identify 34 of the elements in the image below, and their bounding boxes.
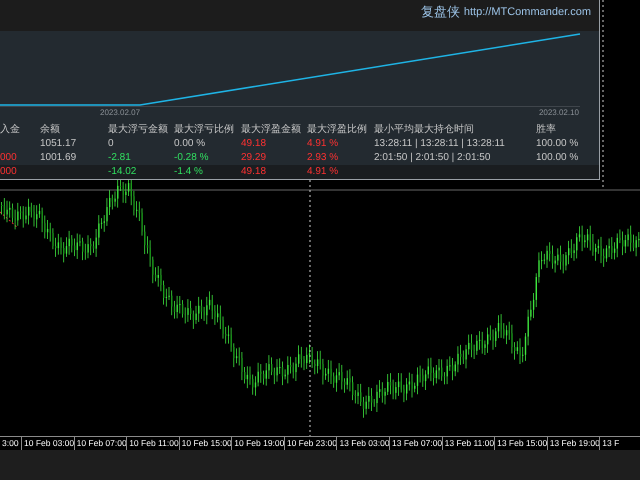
- column-header: 最大浮亏金额: [108, 122, 169, 137]
- column-header: 最大浮盈比例: [307, 122, 368, 137]
- table-cell-text: 2:01:50 | 2:01:50 | 2:01:50: [374, 150, 492, 165]
- column-header: 余额: [40, 122, 61, 137]
- table-cell-text: 49.18: [241, 164, 268, 179]
- table-cell-text: -2.81: [108, 150, 132, 165]
- brand-title: 复盘侠: [420, 3, 460, 21]
- column-header: 入金: [0, 122, 21, 137]
- column-header: 最小平均最大持仓时间: [374, 122, 475, 137]
- table-cell-text: 1001.69: [40, 150, 78, 165]
- time-label: 3:00: [1, 437, 20, 450]
- table-cell-text: 100.00 %: [536, 136, 580, 151]
- website-link[interactable]: http://MTCommander.com: [464, 4, 591, 20]
- table-cell-text: 0: [108, 136, 115, 151]
- table-cell-text: -1.4 %: [174, 164, 204, 179]
- table-cell-text: 2.93 %: [307, 150, 340, 165]
- table-cell-text: 13:28:11 | 13:28:11 | 13:28:11: [374, 136, 506, 151]
- table-cell-text: 1051.17: [40, 136, 78, 151]
- table-cell-text: -14.02: [108, 164, 138, 179]
- date-label: 2023.02.07: [100, 106, 140, 119]
- trade-line: [0, 212, 18, 228]
- table-cell-text: 000: [0, 150, 18, 165]
- table-cell-text: 4.91 %: [307, 136, 340, 151]
- column-header: 最大浮亏比例: [174, 122, 235, 137]
- table-cell-text: 4.91 %: [307, 164, 340, 179]
- column-header: 胜率: [536, 122, 557, 137]
- table-cell-text: -0.28 %: [174, 150, 210, 165]
- date-label: 2023.02.10: [538, 106, 579, 119]
- table-cell-text: 000: [0, 164, 18, 179]
- table-cell-text: 49.18: [241, 136, 268, 151]
- table-cell-text: 29.29: [241, 150, 268, 165]
- table-cell-text: 100.00 %: [536, 150, 580, 165]
- table-cell-text: 0.00 %: [174, 136, 206, 151]
- column-header: 最大浮盈金额: [241, 122, 302, 137]
